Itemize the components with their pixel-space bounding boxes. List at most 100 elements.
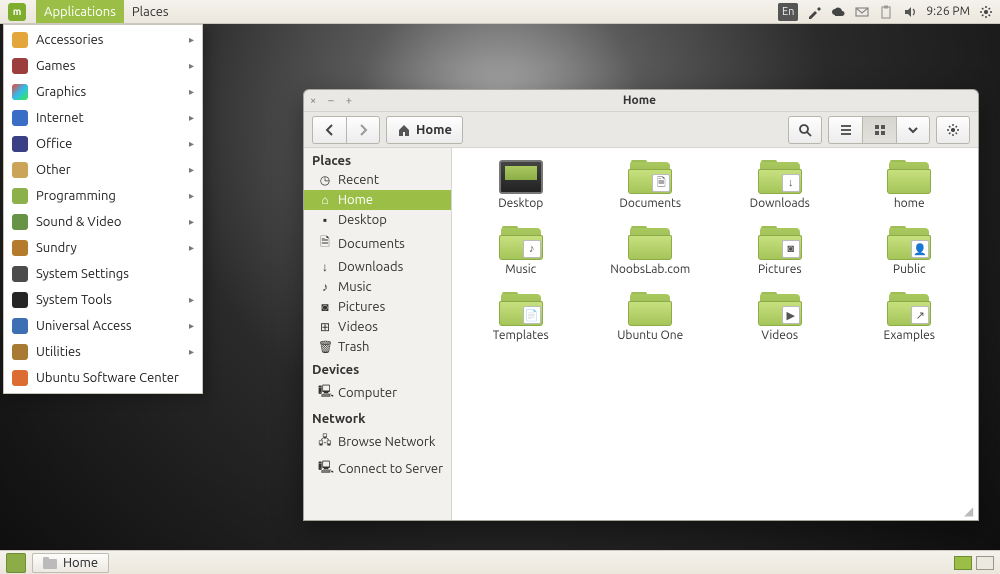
language-indicator[interactable]: En [778, 3, 798, 21]
sidebar-item-pictures[interactable]: ◙Pictures [304, 297, 451, 317]
taskbar-home-button[interactable]: Home [32, 553, 109, 573]
folder-label: Documents [619, 197, 681, 210]
clipboard-tray-icon[interactable] [878, 4, 894, 20]
search-button[interactable] [788, 116, 822, 144]
folder-examples[interactable]: ↗Examples [855, 290, 965, 344]
back-button[interactable] [312, 116, 346, 144]
app-menu-item-graphics[interactable]: Graphics▸ [4, 79, 202, 105]
app-menu-item-office[interactable]: Office▸ [4, 131, 202, 157]
icon-view-button[interactable] [862, 116, 896, 144]
resize-grip[interactable]: ◢ [964, 506, 976, 518]
view-dropdown-button[interactable] [896, 116, 930, 144]
folder-icon: 🗎 [628, 160, 672, 194]
folder-label: Downloads [750, 197, 810, 210]
app-menu-item-games[interactable]: Games▸ [4, 53, 202, 79]
folder-noobslab-com[interactable]: NoobsLab.com [596, 224, 706, 278]
forward-button[interactable] [346, 116, 380, 144]
app-menu-item-label: Ubuntu Software Center [36, 371, 179, 385]
sidebar-section-header: Network [304, 406, 451, 428]
app-menu-item-system-settings[interactable]: System Settings [4, 261, 202, 287]
sidebar-item-home[interactable]: ⌂Home [304, 190, 451, 210]
folder-label: Music [505, 263, 536, 276]
app-menu-item-label: Utilities [36, 345, 81, 359]
folder-home[interactable]: home [855, 158, 965, 212]
folder-icon [628, 226, 672, 260]
app-menu-item-ubuntu-software-center[interactable]: Ubuntu Software Center [4, 365, 202, 391]
folder-ubuntu-one[interactable]: Ubuntu One [596, 290, 706, 344]
app-menu-item-system-tools[interactable]: System Tools▸ [4, 287, 202, 313]
folder-downloads[interactable]: ↓ Downloads [725, 158, 835, 212]
folder-templates[interactable]: 📄Templates [466, 290, 576, 344]
list-view-button[interactable] [828, 116, 862, 144]
mic-office-icon [12, 136, 28, 152]
applications-menu-button[interactable]: Applications [36, 0, 124, 23]
chevron-right-icon: ▸ [189, 138, 194, 150]
mail-tray-icon[interactable] [854, 4, 870, 20]
sidebar-item-computer[interactable]: 🖳Computer [304, 379, 451, 406]
folder-label: Pictures [758, 263, 802, 276]
sidebar-item-connect-to-server[interactable]: 🖳Connect to Server [304, 455, 451, 482]
workspace-1[interactable] [954, 556, 972, 570]
mic-tools-icon [12, 292, 28, 308]
path-home-button[interactable]: Home [386, 116, 463, 144]
folder-label: NoobsLab.com [610, 263, 690, 276]
app-menu-item-sound-video[interactable]: Sound & Video▸ [4, 209, 202, 235]
sidebar-item-documents[interactable]: 🗎Documents [304, 230, 451, 257]
sidebar-item-browse-network[interactable]: 🖧Browse Network [304, 428, 451, 455]
app-menu-item-label: Other [36, 163, 71, 177]
places-menu-button[interactable]: Places [124, 0, 177, 23]
settings-tray-icon[interactable] [978, 4, 994, 20]
sidebar-item-label: Computer [338, 386, 397, 400]
chevron-right-icon: ▸ [189, 320, 194, 332]
app-menu-item-label: Programming [36, 189, 116, 203]
sidebar-item-icon: 🖳 [318, 458, 332, 479]
app-menu-item-other[interactable]: Other▸ [4, 157, 202, 183]
folder-videos[interactable]: ▶Videos [725, 290, 835, 344]
file-manager-toolbar: Home [304, 112, 978, 148]
sidebar-item-desktop[interactable]: ▪Desktop [304, 210, 451, 230]
app-menu-item-accessories[interactable]: Accessories▸ [4, 27, 202, 53]
color-picker-tray-icon[interactable] [806, 4, 822, 20]
show-desktop-button[interactable] [6, 553, 26, 573]
sidebar-item-trash[interactable]: 🗑Trash [304, 337, 451, 357]
app-menu-item-sundry[interactable]: Sundry▸ [4, 235, 202, 261]
workspace-2[interactable] [976, 556, 994, 570]
minimize-window-button[interactable]: – [328, 95, 333, 107]
folder-music[interactable]: ♪Music [466, 224, 576, 278]
sidebar-item-music[interactable]: ♪Music [304, 277, 451, 297]
app-menu-item-label: System Settings [36, 267, 129, 281]
volume-tray-icon[interactable] [902, 4, 918, 20]
folder-documents[interactable]: 🗎 Documents [596, 158, 706, 212]
app-menu-item-internet[interactable]: Internet▸ [4, 105, 202, 131]
folder-public[interactable]: 👤Public [855, 224, 965, 278]
sidebar-item-icon: ↓ [318, 260, 332, 274]
sidebar-item-label: Pictures [338, 300, 385, 314]
mic-settings-icon [12, 266, 28, 282]
sidebar-item-videos[interactable]: ⊞Videos [304, 317, 451, 337]
file-manager-window: × – + Home Home Places◷Recent⌂Home▪Deskt… [303, 89, 979, 521]
app-menu-item-programming[interactable]: Programming▸ [4, 183, 202, 209]
file-manager-titlebar[interactable]: × – + Home [304, 90, 978, 112]
mint-logo-icon: m [8, 3, 26, 21]
app-menu-item-utilities[interactable]: Utilities▸ [4, 339, 202, 365]
clock[interactable]: 9:26 PM [926, 5, 970, 18]
sidebar-item-label: Desktop [338, 213, 387, 227]
weather-tray-icon[interactable] [830, 4, 846, 20]
folder-icon: ▶ [758, 292, 802, 326]
folder-pictures[interactable]: ◙Pictures [725, 224, 835, 278]
chevron-right-icon: ▸ [189, 34, 194, 46]
file-manager-content[interactable]: Desktop 🗎 Documents ↓ Downloads home ♪Music Noo… [452, 148, 978, 520]
preferences-button[interactable] [936, 116, 970, 144]
folder-desktop[interactable]: Desktop [466, 158, 576, 212]
sidebar-section-header: Devices [304, 357, 451, 379]
chevron-right-icon: ▸ [189, 86, 194, 98]
folder-emblem-icon: ▶ [782, 306, 800, 324]
mint-logo-button[interactable]: m [0, 0, 36, 23]
sidebar-item-label: Videos [338, 320, 378, 334]
sidebar-item-label: Recent [338, 173, 379, 187]
sidebar-item-downloads[interactable]: ↓Downloads [304, 257, 451, 277]
app-menu-item-universal-access[interactable]: Universal Access▸ [4, 313, 202, 339]
close-window-button[interactable]: × [310, 95, 316, 107]
folder-emblem-icon: ↓ [782, 174, 800, 192]
sidebar-item-recent[interactable]: ◷Recent [304, 170, 451, 190]
